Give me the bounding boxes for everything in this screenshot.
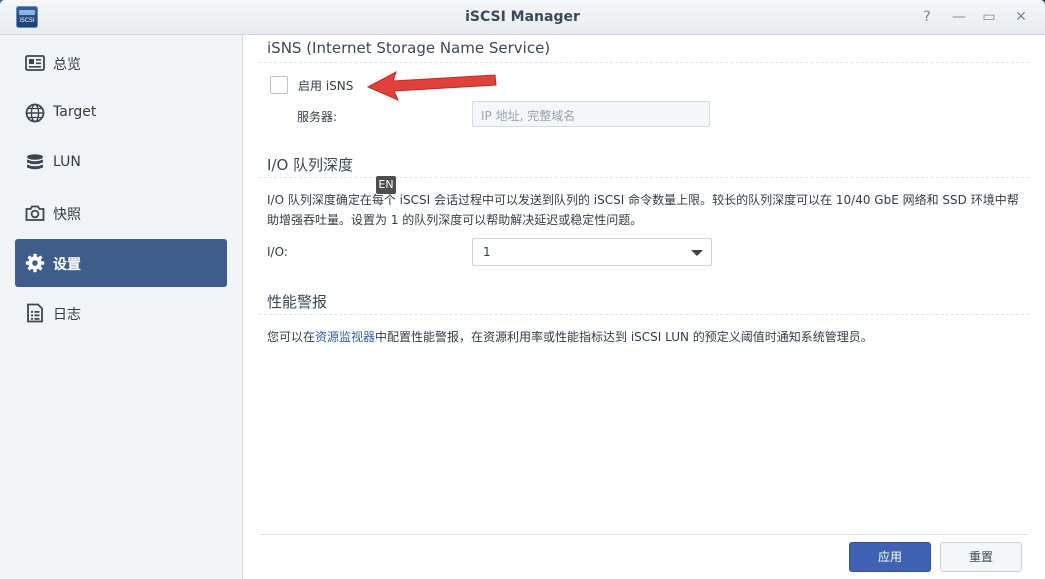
camera-icon [25,205,45,221]
sidebar-item-label: LUN [53,154,81,170]
sidebar-item-lun[interactable]: LUN [15,139,227,187]
settings-panel: iSNS (Internet Storage Name Service) 启用 … [243,35,1045,579]
globe-icon [25,103,45,123]
perf-desc-suffix: 中配置性能警报，在资源利用率或性能指标达到 iSCSI LUN 的预定义阈值时通… [375,330,873,344]
sidebar-item-label: 日志 [53,307,81,323]
enable-isns-label[interactable]: 启用 iSNS [298,77,353,94]
sidebar-item-settings[interactable]: 设置 [15,239,227,287]
gear-icon [25,253,45,273]
sidebar-item-label: 设置 [53,257,81,273]
resource-monitor-link[interactable]: 资源监视器 [315,330,375,344]
io-select-value: 1 [483,245,491,259]
sidebar-item-log[interactable]: 日志 [15,289,227,337]
maximize-icon[interactable]: ▭ [979,7,999,27]
server-label: 服务器: [297,110,338,124]
isns-server-field[interactable]: IP 地址, 完整域名 [472,101,710,127]
app-window: iSCSI iSCSI Manager ? — ▭ ✕ 总览 Target LU… [0,0,1045,579]
perf-desc-prefix: 您可以在 [267,330,316,344]
sidebar: 总览 Target LUN 快照 设置 日志 [0,35,243,579]
database-icon [27,154,43,170]
window-title: iSCSI Manager [465,9,580,25]
minimize-icon[interactable]: — [949,7,969,27]
sidebar-item-label: 快照 [53,207,81,223]
annotation-arrow-icon [366,70,497,101]
sidebar-item-label: 总览 [53,57,81,73]
reset-button[interactable]: 重置 [940,542,1022,572]
io-section-title: I/O 队列深度 [267,156,354,174]
isns-section-title: iSNS (Internet Storage Name Service) [267,39,551,57]
section-divider [259,177,1029,178]
log-document-icon [27,303,43,323]
sidebar-item-overview[interactable]: 总览 [15,39,227,87]
title-bar[interactable]: iSCSI iSCSI Manager ? — ▭ ✕ [0,0,1045,35]
footer-divider [259,534,1029,535]
chevron-down-icon [691,250,703,256]
input-method-badge: EN [376,176,396,194]
enable-isns-checkbox[interactable] [270,76,288,94]
section-divider [259,62,1029,63]
io-queue-depth-select[interactable]: 1 [472,238,712,266]
sidebar-item-snapshot[interactable]: 快照 [15,189,227,237]
apply-button[interactable]: 应用 [849,542,931,572]
close-icon[interactable]: ✕ [1011,7,1031,27]
perf-section-title: 性能警报 [267,293,328,311]
perf-description: 您可以在资源监视器中配置性能警报，在资源利用率或性能指标达到 iSCSI LUN… [267,327,1027,347]
help-icon[interactable]: ? [917,7,937,27]
io-select-label: I/O: [267,245,288,259]
sidebar-item-label: Target [53,104,97,120]
section-divider [259,314,1029,315]
io-description: I/O 队列深度确定在每个 iSCSI 会话过程中可以发送到队列的 iSCSI … [267,193,1019,227]
overview-card-icon [25,55,45,71]
sidebar-item-target[interactable]: Target [15,89,227,137]
